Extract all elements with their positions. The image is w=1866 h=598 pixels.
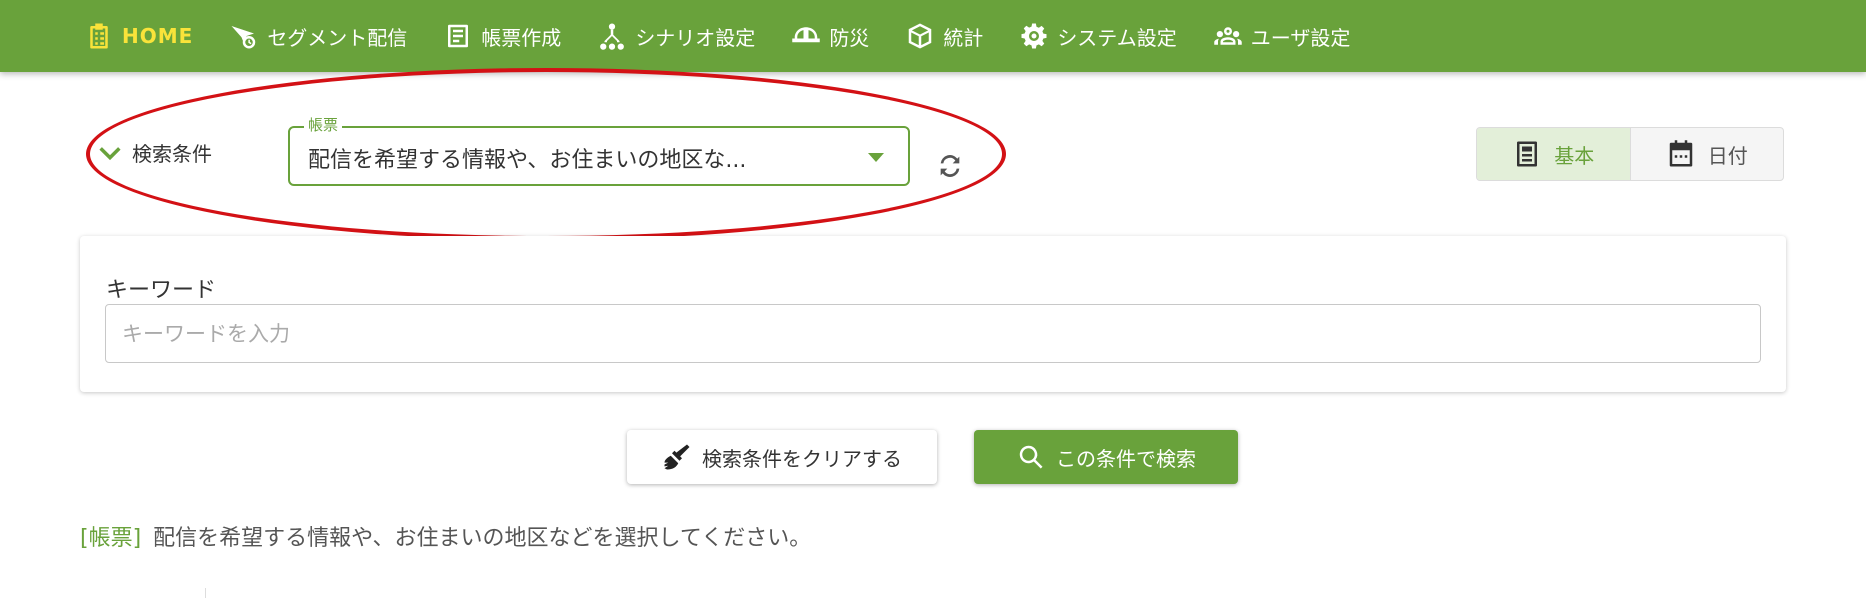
form-select[interactable]: 帳票 配信を希望する情報や、お住まいの地区な... [288, 116, 910, 186]
nav-label: ユーザ設定 [1250, 25, 1351, 50]
clear-conditions-label: 検索条件をクリアする [702, 446, 902, 471]
nav-label: セグメント配信 [267, 25, 408, 50]
form-description: [帳票] 配信を希望する情報や、お住まいの地区などを選択してください。 [80, 520, 811, 552]
search-icon [1019, 445, 1043, 469]
nav-item-system[interactable]: システム設定 [1019, 0, 1177, 72]
keyword-label: キーワード [106, 278, 217, 303]
form-select-value: 配信を希望する情報や、お住まいの地区な... [308, 148, 747, 173]
send-clock-icon [231, 26, 256, 49]
cube-icon [909, 23, 932, 49]
nav-label: シナリオ設定 [635, 25, 756, 50]
nav-item-user[interactable]: ユーザ設定 [1213, 0, 1351, 72]
helmet-icon [792, 27, 821, 43]
nav-item-segment[interactable]: セグメント配信 [229, 0, 407, 72]
search-conditions-label: 検索条件 [132, 142, 212, 166]
nav-item-scenario[interactable]: シナリオ設定 [597, 0, 755, 72]
nav-label: システム設定 [1057, 25, 1177, 50]
form-select-legend: 帳票 [304, 116, 343, 134]
clear-conditions-button[interactable]: 検索条件をクリアする [627, 430, 937, 484]
view-basic-button[interactable]: 基本 [1477, 128, 1631, 180]
keyword-input[interactable] [105, 304, 1761, 363]
keyword-card: キーワード [80, 236, 1786, 392]
clipboard-list-icon [90, 23, 108, 49]
nav-item-disaster[interactable]: 防災 [791, 0, 869, 72]
nav-label: 帳票作成 [481, 25, 562, 50]
nav-item-home[interactable]: HOME [84, 0, 193, 72]
broom-icon [664, 444, 690, 470]
calendar-icon [1669, 140, 1692, 167]
dropdown-arrow-icon[interactable] [868, 153, 884, 162]
users-icon [1213, 27, 1242, 45]
nav-item-forms[interactable]: 帳票作成 [443, 0, 561, 72]
gear-icon [1021, 23, 1047, 49]
document-icon [448, 24, 469, 48]
view-date-button[interactable]: 日付 [1631, 128, 1784, 180]
sitemap-icon [600, 23, 625, 50]
form-tag: [帳票] [80, 526, 142, 551]
view-toggle: 基本 日付 [1476, 127, 1784, 181]
search-conditions-toggle[interactable]: 検索条件 [96, 138, 212, 167]
chevron-down-icon [99, 146, 121, 160]
nav-item-stats[interactable]: 統計 [905, 0, 983, 72]
nav-label: 統計 [943, 25, 984, 50]
nav-label: HOME [122, 24, 194, 48]
view-date-label: 日付 [1707, 143, 1748, 168]
nav-label: 防災 [829, 25, 870, 50]
refresh-icon[interactable] [934, 150, 966, 182]
form-description-text: 配信を希望する情報や、お住まいの地区などを選択してください。 [153, 526, 812, 551]
search-button[interactable]: この条件で検索 [974, 430, 1238, 484]
view-basic-label: 基本 [1554, 143, 1595, 168]
top-nav: HOME セグメント配信 帳票作成 シナリオ設定 防災 統計 システム設定 ユー… [0, 0, 1866, 72]
form-icon [1517, 141, 1538, 167]
divider [205, 588, 206, 598]
search-label: この条件で検索 [1056, 446, 1196, 471]
